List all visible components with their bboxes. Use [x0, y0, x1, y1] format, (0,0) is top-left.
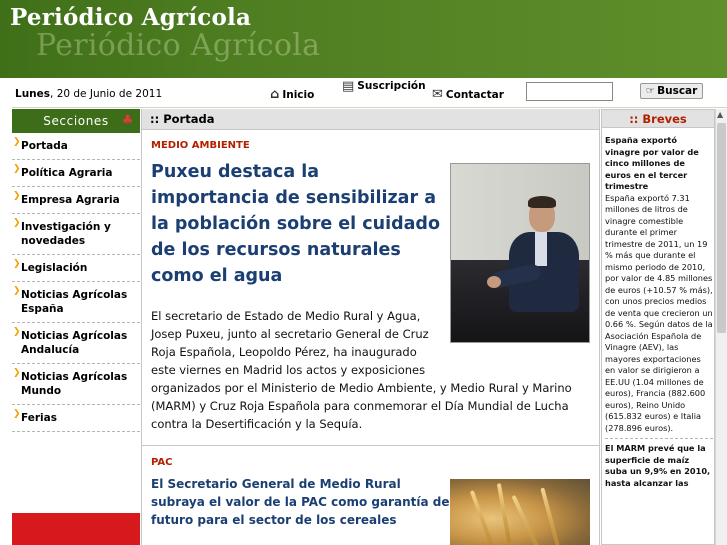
sidebar-item-noticias-espana[interactable]: ❯ Noticias Agrícolas España: [12, 282, 140, 323]
arrow-icon: ❯: [13, 191, 21, 201]
article2-headline[interactable]: El Secretario General de Medio Rural sub…: [151, 475, 451, 529]
article2-section-tag[interactable]: PAC: [151, 457, 173, 468]
breve1-body: España exportó 7.31 millones de litros d…: [605, 192, 713, 433]
article1-photo[interactable]: [450, 163, 590, 343]
sidebar-item-noticias-mundo[interactable]: ❯ Noticias Agrícolas Mundo: [12, 364, 140, 405]
breves-list: España exportó vinagre por valor de cinc…: [605, 135, 713, 489]
current-date: Lunes, 20 de Junio de 2011: [15, 88, 163, 100]
sidebar-item-politica-agraria[interactable]: ❯ Política Agraria: [12, 160, 140, 187]
article2-photo-wheat[interactable]: [450, 479, 590, 545]
vertical-scrollbar[interactable]: ▲: [715, 109, 727, 545]
scroll-up-arrow-icon[interactable]: ▲: [717, 110, 723, 119]
sections-list: ❯ Portada ❯ Política Agraria ❯ Empresa Agra…: [12, 133, 140, 432]
arrow-icon: ❯: [13, 409, 21, 419]
search-button-label: Buscar: [657, 85, 698, 97]
sidebar-item-investigacion[interactable]: ❯ Investigación y novedades: [12, 214, 140, 255]
article-divider: [142, 445, 600, 446]
nav-contactar-link[interactable]: ✉ Contactar: [432, 87, 504, 102]
sections-heading: Secciones ♣: [12, 109, 140, 133]
search-icon: ☞: [645, 85, 656, 97]
breves-column: :: Breves España exportó vinagre por val…: [601, 109, 715, 545]
breves-heading: :: Breves: [602, 109, 714, 128]
header-watermark-title: Periódico Agrícola: [36, 28, 321, 63]
breve2-title[interactable]: El MARM prevé que la superficie de maíz …: [605, 443, 713, 489]
sidebar-item-noticias-andalucia[interactable]: ❯ Noticias Agrícolas Andalucía: [12, 323, 140, 364]
breve1-title[interactable]: España exportó vinagre por valor de cinc…: [605, 135, 713, 193]
nav-inicio-label: Inicio: [282, 88, 315, 101]
red-banner[interactable]: [12, 513, 140, 545]
home-icon: ⌂: [270, 87, 280, 102]
arrow-icon: ❯: [13, 218, 21, 228]
sections-heading-label: Secciones: [43, 114, 109, 128]
breves-divider: [605, 438, 713, 439]
arrow-icon: ❯: [13, 164, 21, 174]
search-button[interactable]: ☞ Buscar: [640, 83, 703, 99]
nav-inicio-link[interactable]: ⌂ Inicio: [270, 87, 314, 102]
breadcrumb: :: Portada: [142, 109, 599, 130]
nav-suscripcion-label: Suscripción: [357, 80, 426, 92]
arrow-icon: ❯: [13, 137, 21, 147]
sidebar-item-portada[interactable]: ❯ Portada: [12, 133, 140, 160]
newspaper-icon: ▤: [342, 79, 355, 94]
arrow-icon: ❯: [13, 259, 21, 269]
arrow-icon: ❯: [13, 327, 21, 337]
nav-contactar-label: Contactar: [445, 88, 504, 101]
site-header: Periódico Agrícola Periódico Agrícola: [0, 0, 727, 78]
envelope-icon: ✉: [432, 87, 443, 102]
clover-icon: ♣: [121, 113, 134, 128]
article1-headline[interactable]: Puxeu destaca la importancia de sensibil…: [151, 159, 441, 289]
nav-suscripcion-link[interactable]: ▤ Suscripción: [342, 79, 426, 94]
article1-section-tag[interactable]: MEDIO AMBIENTE: [151, 140, 250, 151]
search-input[interactable]: [526, 82, 613, 101]
main-content: :: Portada MEDIO AMBIENTE Puxeu destaca …: [141, 109, 600, 545]
article1-body-part2: organizados por el Ministerio de Medio A…: [151, 381, 572, 431]
arrow-icon: ❯: [13, 368, 21, 378]
top-nav-bar: Lunes, 20 de Junio de 2011 ⌂ Inicio ▤ Su…: [12, 78, 727, 108]
site-title[interactable]: Periódico Agrícola: [10, 4, 251, 31]
sidebar-item-empresa-agraria[interactable]: ❯ Empresa Agraria: [12, 187, 140, 214]
scrollbar-thumb[interactable]: [717, 123, 726, 333]
sidebar-item-ferias[interactable]: ❯ Ferias: [12, 405, 140, 432]
sidebar-item-legislacion[interactable]: ❯ Legislación: [12, 255, 140, 282]
sections-sidebar: Secciones ♣ ❯ Portada ❯ Política Agraria ❯…: [12, 109, 140, 545]
arrow-icon: ❯: [13, 286, 21, 296]
article1-body-part1: El secretario de Estado de Medio Rural y…: [151, 309, 429, 377]
